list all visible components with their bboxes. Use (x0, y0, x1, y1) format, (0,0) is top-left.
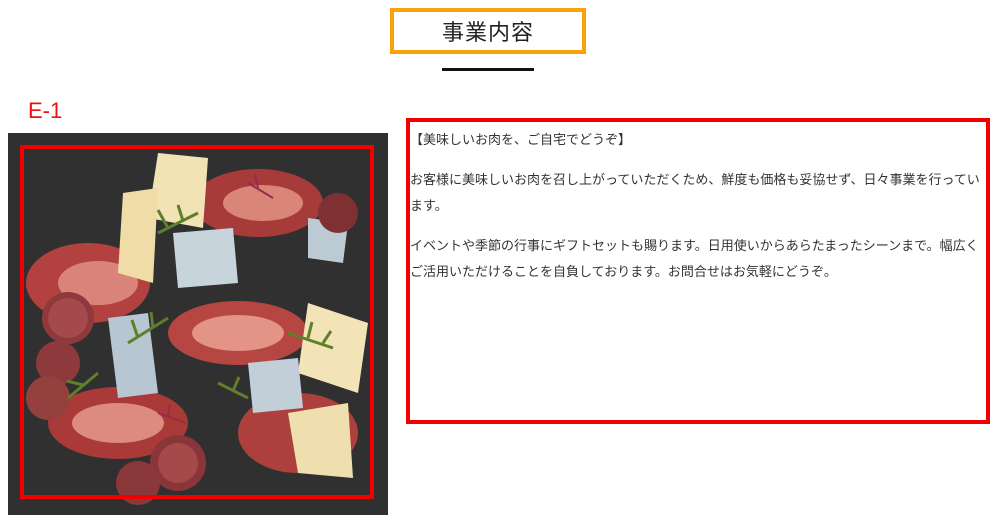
section-id-label: E-1 (28, 98, 63, 123)
description-paragraph-1: お客様に美味しいお肉を召し上がっていただくため、鮮度も価格も妥協せず、日々事業を… (410, 173, 980, 214)
title-underline (442, 68, 534, 71)
business-description: 【美味しいお肉を、ご自宅でどうぞ】 お客様に美味しいお肉を召し上がっていただくた… (410, 128, 988, 300)
section-title-box: 事業内容 (390, 8, 586, 54)
page-title: 事業内容 (441, 21, 534, 46)
description-heading: 【美味しいお肉を、ご自宅でどうぞ】 (410, 133, 632, 148)
description-paragraph-2: イベントや季節の行事にギフトセットも賜ります。日用使いからあらたまったシーンまで… (410, 239, 979, 280)
platter-image (8, 133, 388, 515)
platter-illustration (8, 133, 388, 515)
